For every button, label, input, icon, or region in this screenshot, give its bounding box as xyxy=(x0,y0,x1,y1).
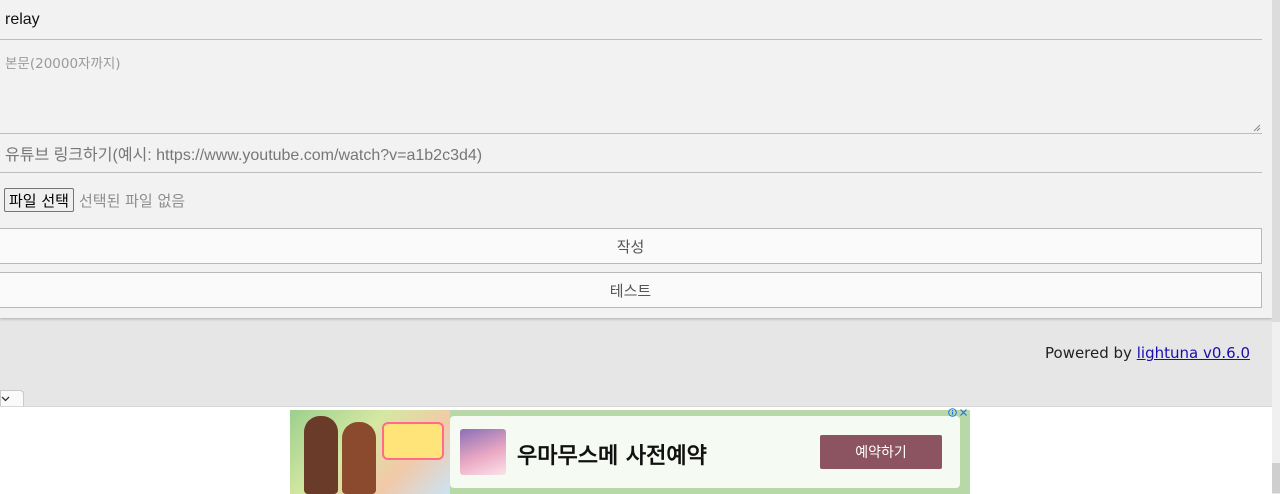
ad-character-figure xyxy=(342,422,376,494)
powered-by-text: Powered by xyxy=(1045,344,1132,362)
body-placeholder: 본문(20000자까지) xyxy=(5,56,121,72)
scroll-down-arrow[interactable] xyxy=(1272,463,1280,493)
resize-grip-icon[interactable] xyxy=(1253,124,1261,132)
ad-container: 우마무스메 사전예약 예약하기 xyxy=(0,406,1272,494)
ad-choices-icon[interactable] xyxy=(948,408,957,417)
youtube-link-input[interactable]: 유튜브 링크하기(예시: https://www.youtube.com/wat… xyxy=(0,134,1262,173)
title-input[interactable]: relay xyxy=(0,0,1262,40)
post-form-panel: relay 본문(20000자까지) 유튜브 링크하기(예시: https://… xyxy=(0,0,1272,318)
body-textarea[interactable]: 본문(20000자까지) xyxy=(0,40,1262,134)
ad-artwork xyxy=(290,410,450,494)
choose-file-button[interactable]: 파일 선택 xyxy=(4,188,74,212)
ad-app-icon xyxy=(460,429,506,475)
ad-character-figure xyxy=(304,416,338,494)
ad-game-logo xyxy=(382,422,444,460)
title-input-value: relay xyxy=(5,10,40,28)
file-status-text: 선택된 파일 없음 xyxy=(78,191,186,210)
chevron-down-icon xyxy=(1,396,10,402)
submit-button[interactable]: 작성 xyxy=(0,228,1262,264)
youtube-link-placeholder: 유튜브 링크하기(예시: https://www.youtube.com/wat… xyxy=(5,147,483,164)
test-button[interactable]: 테스트 xyxy=(0,272,1262,308)
ad-cta-button[interactable]: 예약하기 xyxy=(820,435,942,469)
collapse-ad-toggle[interactable] xyxy=(0,390,24,407)
footer-credit: Powered by lightuna v0.6.0 xyxy=(1045,344,1250,362)
scrollbar-thumb[interactable] xyxy=(1272,0,1280,322)
ad-card: 우마무스메 사전예약 예약하기 xyxy=(450,416,960,488)
close-icon[interactable] xyxy=(959,408,968,417)
ad-banner[interactable]: 우마무스메 사전예약 예약하기 xyxy=(290,410,970,494)
ad-info-controls xyxy=(948,408,968,417)
lightuna-link[interactable]: lightuna v0.6.0 xyxy=(1137,344,1250,362)
file-upload: 파일 선택 선택된 파일 없음 xyxy=(4,187,185,213)
page-scrollbar[interactable] xyxy=(1272,0,1280,493)
ad-headline: 우마무스메 사전예약 xyxy=(517,444,707,469)
